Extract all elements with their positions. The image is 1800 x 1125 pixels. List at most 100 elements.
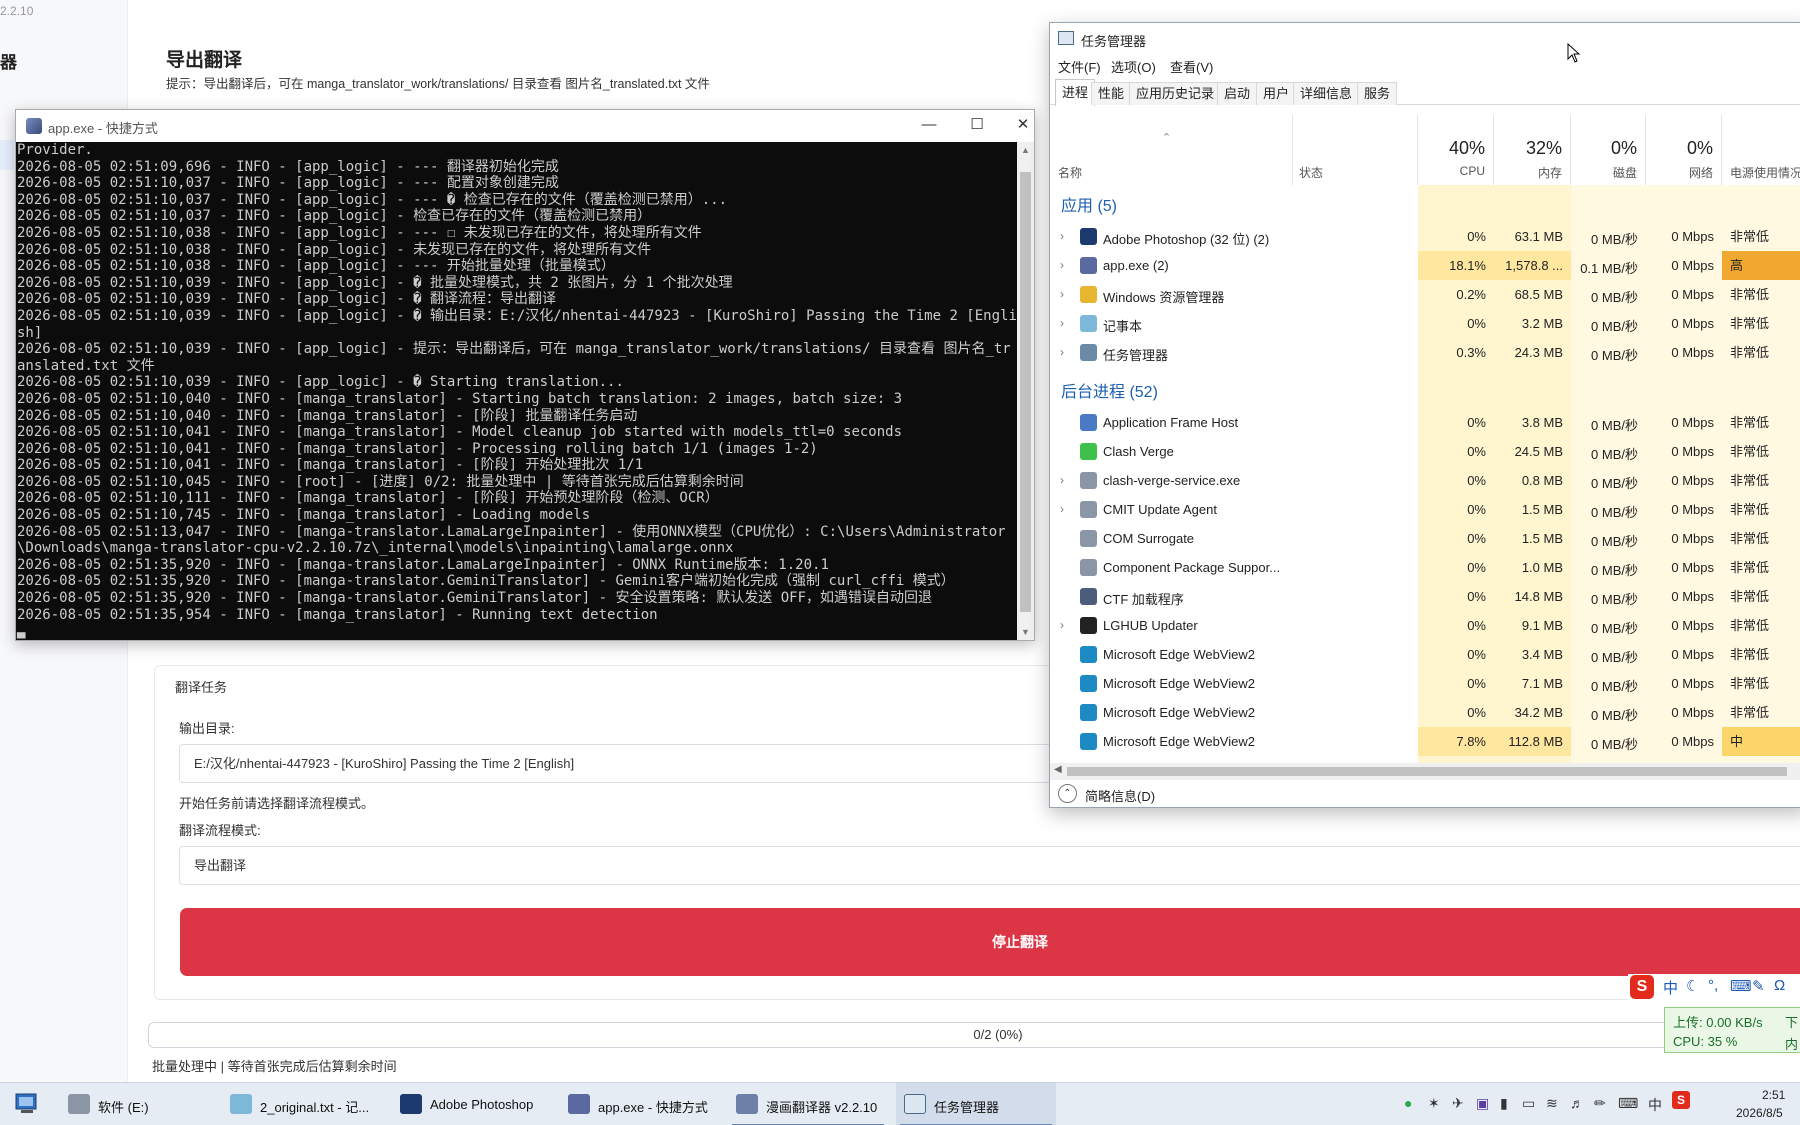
app-tray-icon[interactable]: ✶ [1428,1095,1440,1112]
sogou-ime-icon[interactable]: S [1630,975,1654,999]
column-cpu[interactable]: 40% CPU [1418,115,1494,185]
taskmgr-icon [1080,344,1097,361]
taskbar-item-manga-translator[interactable]: 漫画翻译器 v2.2.10 [728,1083,888,1125]
process-row[interactable]: CTF 加载程序 0% 14.8 MB 0 MB/秒 0 Mbps 非常低 [1050,582,1800,611]
battery-icon[interactable]: ▮ [1500,1095,1508,1112]
chevron-right-icon[interactable]: › [1060,345,1064,359]
process-row[interactable]: Microsoft Edge WebView2 0% 34.2 MB 0 MB/秒 0 … [1050,698,1800,727]
process-row[interactable]: COM Surrogate 0% 1.5 MB 0 MB/秒 0 Mbps 非常低 [1050,524,1800,553]
process-row[interactable]: › 任务管理器 0.3% 24.3 MB 0 MB/秒 0 Mbps 非常低 [1050,338,1800,367]
column-name[interactable]: ⌃ 名称 [1050,115,1293,185]
flow-mode-select[interactable]: 导出翻译 [179,846,1800,885]
app-frame-icon [1080,414,1097,431]
column-status[interactable]: 状态 [1293,115,1418,185]
process-cpu: 0% [1467,560,1486,575]
ime-lang-indicator[interactable]: 中 [1648,1095,1662,1115]
minimize-button[interactable]: — [906,110,952,142]
tab-processes[interactable]: 进程 [1055,79,1096,106]
process-row[interactable]: › 记事本 0% 3.2 MB 0 MB/秒 0 Mbps 非常低 [1050,309,1800,338]
taskbar-item-photoshop[interactable]: Adobe Photoshop [392,1083,552,1125]
scroll-up-icon[interactable]: ▲ [1017,142,1034,158]
menu-options[interactable]: 选项(O) [1111,57,1156,76]
column-network[interactable]: 0% 网络 [1646,115,1722,185]
chevron-right-icon[interactable]: › [1060,287,1064,301]
sogou-tray-icon[interactable]: S [1672,1091,1690,1109]
ime-lang[interactable]: 中 [1663,977,1678,998]
task-manager-window[interactable]: 任务管理器 文件(F) 选项(O) 查看(V) 进程 性能 应用历史记录 启动 … [1049,22,1800,808]
chevron-right-icon[interactable]: › [1060,316,1064,330]
tab-services[interactable]: 服务 [1357,82,1398,105]
process-row[interactable]: › CMIT Update Agent 0% 1.5 MB 0 MB/秒 0 Mbps 非常… [1050,495,1800,524]
network-icon[interactable]: ≋ [1546,1095,1558,1112]
scroll-thumb[interactable] [1067,767,1787,776]
process-row[interactable]: › clash-verge-service.exe 0% 0.8 MB 0 MB/秒 0 … [1050,466,1800,495]
plane-icon[interactable]: ✈ [1452,1095,1464,1112]
maximize-button[interactable]: ☐ [954,110,1000,142]
close-button[interactable]: ✕ [1000,110,1046,142]
chevron-right-icon[interactable]: › [1060,618,1064,632]
console-scrollbar[interactable]: ▲ ▼ [1017,142,1034,640]
tab-users[interactable]: 用户 [1256,82,1297,105]
process-row[interactable]: Component Package Suppor... 0% 1.0 MB 0 MB/… [1050,553,1800,582]
chevron-right-icon[interactable]: › [1060,258,1064,272]
taskmgr-titlebar[interactable]: 任务管理器 [1050,23,1800,53]
taskbar-item-notepad[interactable]: 2_original.txt - 记... [222,1083,382,1125]
scroll-thumb[interactable] [1020,172,1031,612]
process-disk: 0.1 MB/秒 [1580,261,1638,276]
process-power: 非常低 [1730,444,1770,459]
process-row[interactable]: › LGHUB Updater 0% 9.1 MB 0 MB/秒 0 Mbps 非常低 [1050,611,1800,640]
wechat-icon[interactable]: ● [1404,1095,1412,1111]
punctuation-icon[interactable]: °, [1708,977,1718,994]
chevron-up-icon[interactable]: ⌃ [1058,784,1077,803]
process-row[interactable]: › Windows 资源管理器 0.2% 68.5 MB 0 MB/秒 0 Mbps 非常低 [1050,280,1800,309]
menu-view[interactable]: 查看(V) [1170,57,1213,76]
tab-app-history[interactable]: 应用历史记录 [1129,82,1222,105]
scroll-down-icon[interactable]: ▼ [1017,624,1034,640]
process-row[interactable]: Microsoft Edge WebView2 7.8% 112.8 MB 0 MB/… [1050,727,1800,756]
column-memory[interactable]: 32% 内存 [1494,115,1571,185]
process-row[interactable]: › app.exe (2) 18.1% 1,578.8 ... 0.1 MB/秒 0 Mb… [1050,251,1800,280]
process-cpu: 7.8% [1456,734,1486,749]
horizontal-scrollbar[interactable]: ◀ [1050,763,1800,780]
ime-toolbar[interactable]: S 中 ☾ °, ⌨ ✎ Ω [1628,974,1800,1000]
chevron-right-icon[interactable]: › [1060,473,1064,487]
taskbar-item-console[interactable]: app.exe - 快捷方式 [560,1083,720,1125]
process-row[interactable]: Clash Verge 0% 24.5 MB 0 MB/秒 0 Mbps 非常低 [1050,437,1800,466]
taskbar-item-taskmgr[interactable]: 任务管理器 [896,1083,1056,1125]
usb-icon[interactable]: ▭ [1522,1095,1535,1112]
omega-icon[interactable]: Ω [1774,977,1785,994]
tab-details[interactable]: 详细信息 [1293,82,1360,105]
fewer-details-button[interactable]: 简略信息(D) [1085,786,1155,805]
column-disk[interactable]: 0% 磁盘 [1571,115,1646,185]
sidebar-item-active[interactable] [0,140,14,170]
touch-keyboard-icon[interactable]: ⌨ [1618,1095,1638,1112]
menu-file[interactable]: 文件(F) [1058,57,1101,76]
console-window[interactable]: app.exe - 快捷方式 — ☐ ✕ Provider. 2026-08-0… [15,109,1035,641]
taskbar-item-explorer[interactable]: 软件 (E:) [60,1083,210,1125]
chevron-right-icon[interactable]: › [1060,229,1064,243]
stop-translation-button[interactable]: 停止翻译 [180,908,1800,976]
tab-performance[interactable]: 性能 [1091,82,1132,105]
disk-label: 磁盘 [1612,166,1637,180]
clock-date[interactable]: 2026/8/5 [1736,1106,1783,1120]
process-row[interactable]: Microsoft Edge WebView2 0% 7.1 MB 0 MB/秒 0 M… [1050,669,1800,698]
process-cpu: 0% [1467,705,1486,720]
moon-icon[interactable]: ☾ [1686,977,1699,995]
console-output[interactable]: Provider. 2026-08-05 02:51:09,696 - INFO… [16,142,1019,640]
tab-startup[interactable]: 启动 [1217,82,1258,105]
pen-tray-icon[interactable]: ✏ [1594,1095,1606,1112]
chevron-right-icon[interactable]: › [1060,502,1064,516]
process-row[interactable]: › Adobe Photoshop (32 位) (2) 0% 63.1 MB 0 MB… [1050,222,1800,251]
console-titlebar[interactable]: app.exe - 快捷方式 — ☐ ✕ [16,110,1034,142]
process-row[interactable]: Microsoft Edge WebView2 0% 3.4 MB 0 MB/秒 0 M… [1050,640,1800,669]
keyboard-icon[interactable]: ⌨ [1730,977,1752,995]
process-row[interactable]: Application Frame Host 0% 3.8 MB 0 MB/秒 0 Mb… [1050,408,1800,437]
start-button[interactable] [10,1089,44,1119]
column-power[interactable]: 电源使用情况 [1722,115,1800,185]
volume-icon[interactable]: ♬ [1570,1095,1584,1111]
monitor-icon[interactable]: ▣ [1476,1095,1489,1112]
scroll-left-icon[interactable]: ◀ [1054,764,1062,775]
clock-time[interactable]: 2:51 [1762,1088,1785,1102]
pen-icon[interactable]: ✎ [1752,977,1765,995]
process-mem: 112.8 MB [1508,734,1563,749]
